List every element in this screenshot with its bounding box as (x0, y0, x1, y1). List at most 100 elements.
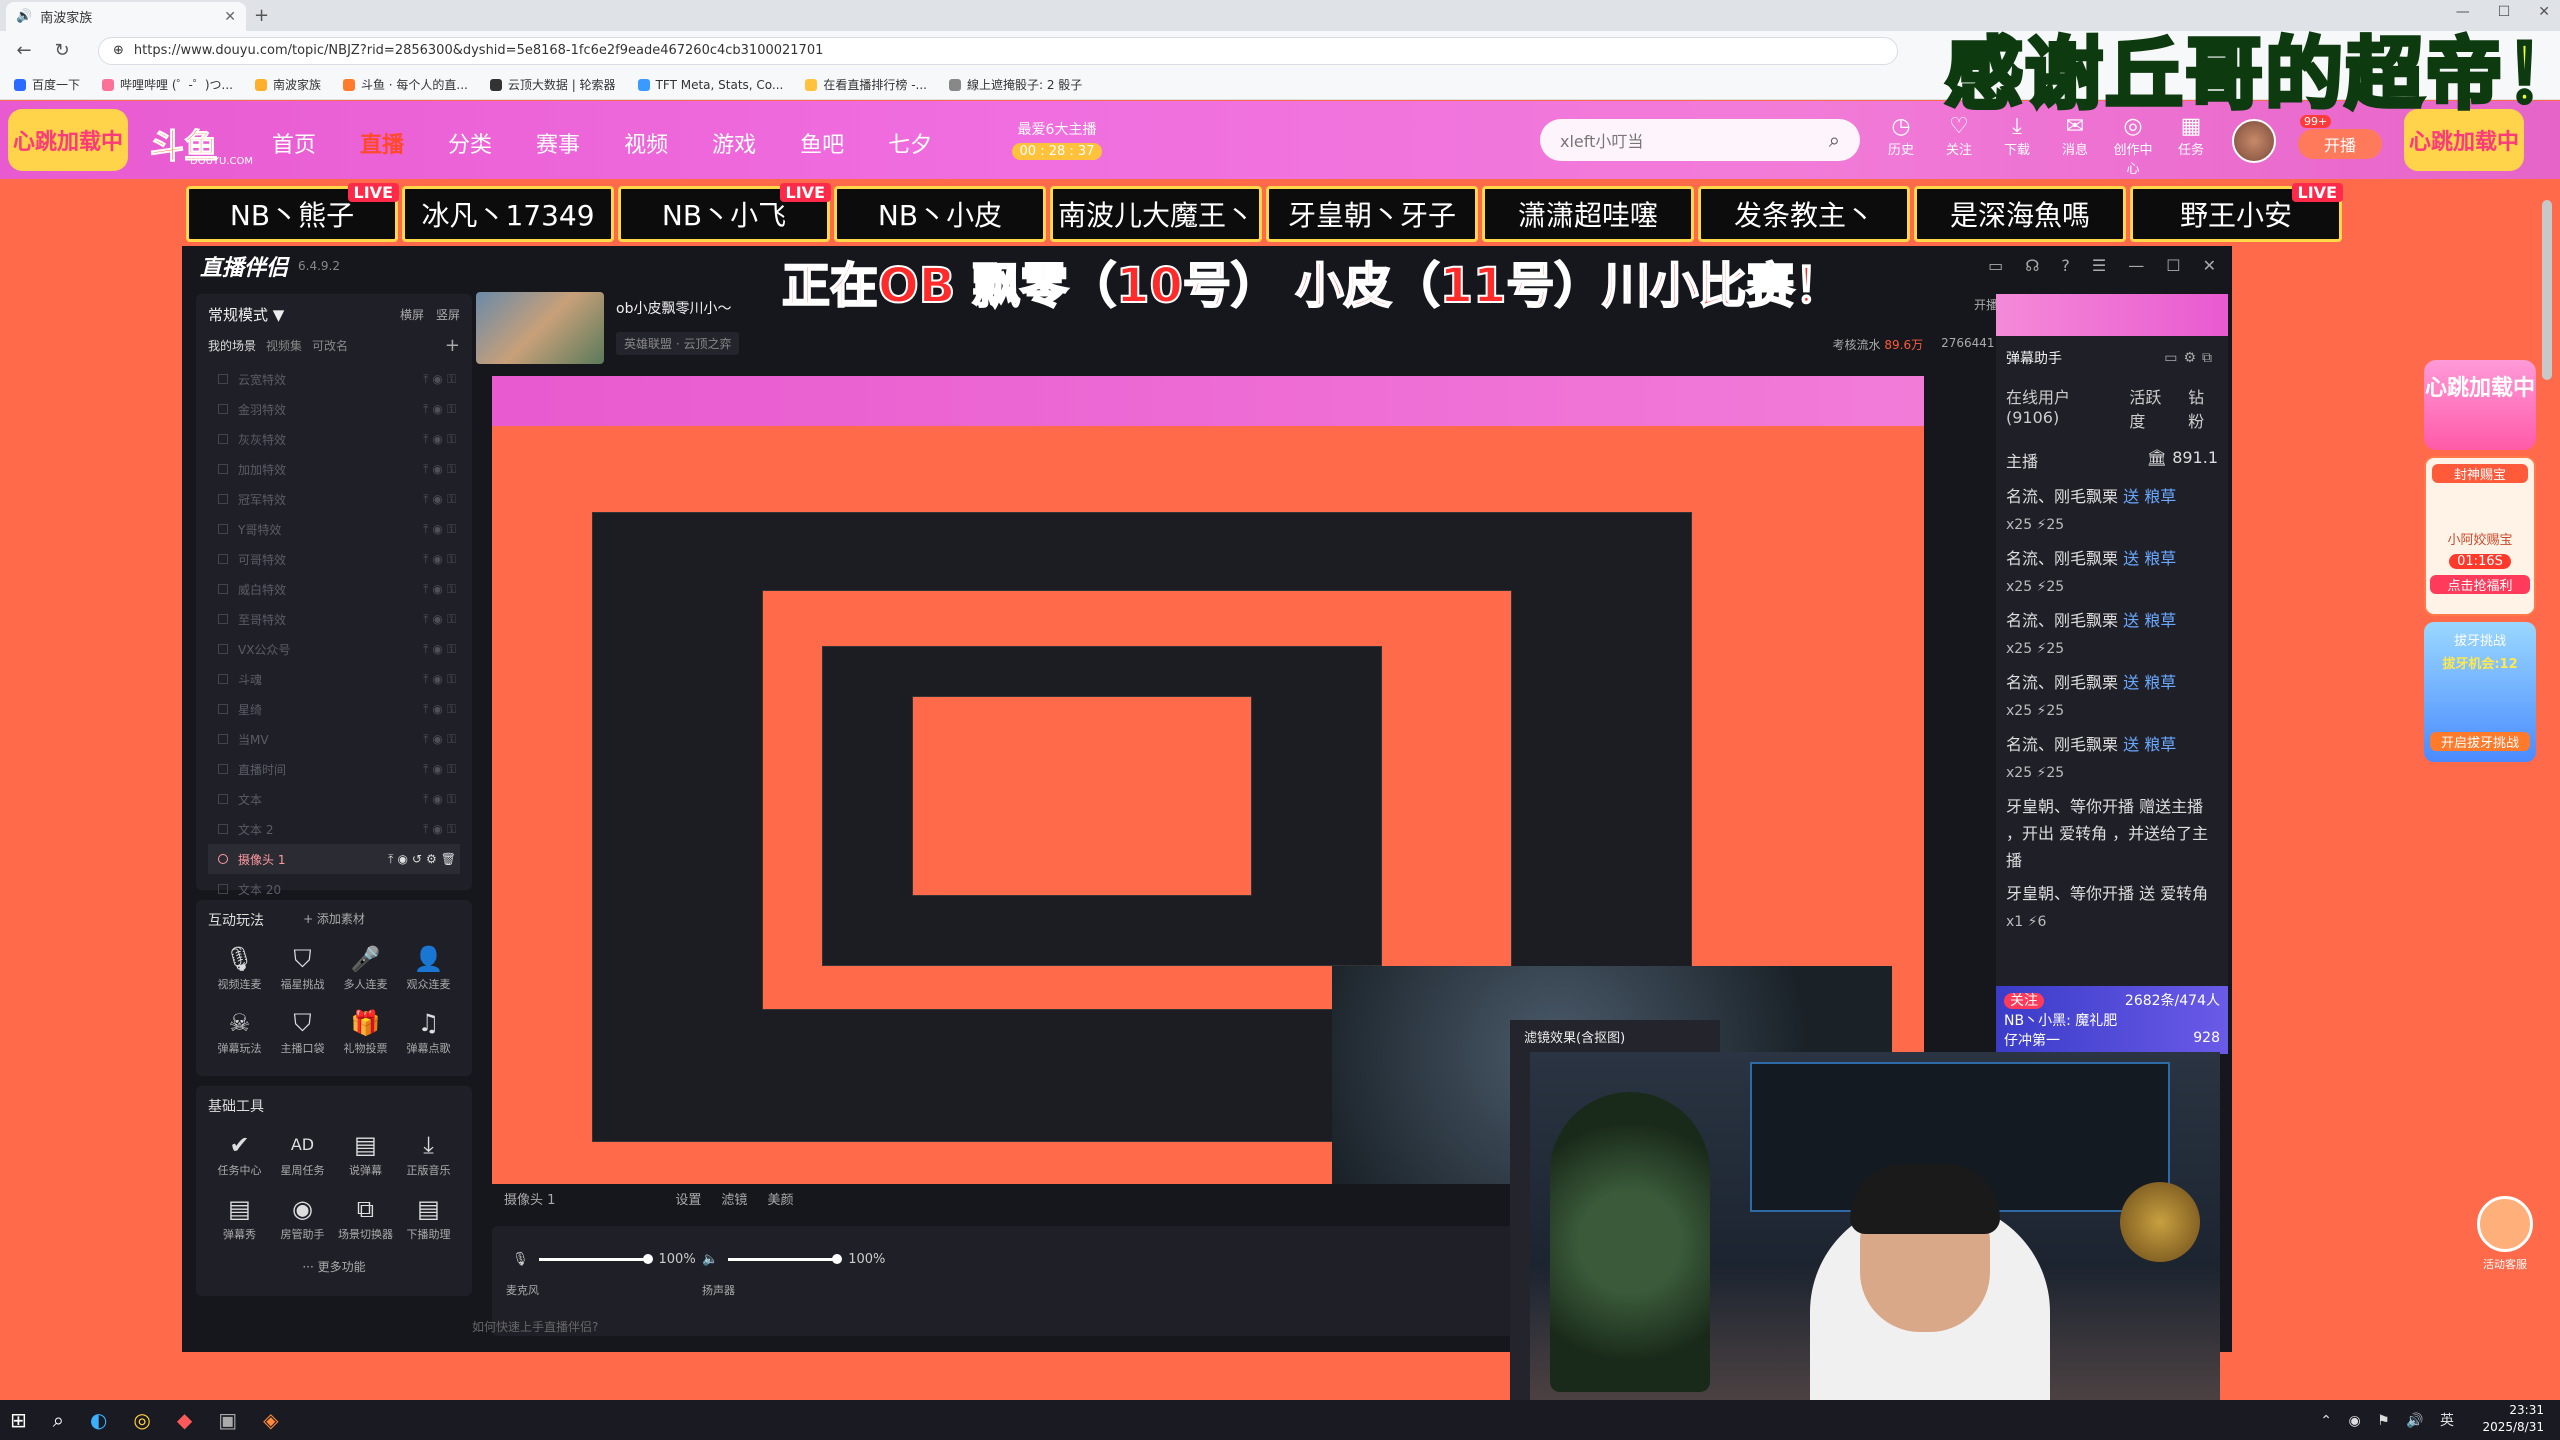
source-checkbox[interactable] (218, 494, 228, 504)
page-scrollbar[interactable] (2542, 200, 2552, 380)
tool-star-task[interactable]: AD 星周任务 (271, 1128, 334, 1178)
source-checkbox[interactable] (218, 794, 228, 804)
source-checkbox[interactable] (218, 734, 228, 744)
source-ops-icon[interactable]: ⤒◉↺⚙🗑 (388, 852, 460, 867)
chat-icon[interactable]: ▭ (1988, 256, 2003, 275)
source-ops-icon[interactable]: ⤒◉⚿ (423, 822, 460, 837)
tab-my-scenes[interactable]: 我的场景 (208, 337, 256, 354)
settings-button[interactable]: 设置 (675, 1189, 701, 1208)
name-card[interactable]: 是深海魚嗎 (1914, 186, 2126, 242)
source-item[interactable]: 当MV ⤒◉⚿ (208, 724, 460, 754)
tab-video-set[interactable]: 视频集 (266, 337, 302, 354)
source-checkbox[interactable] (218, 644, 228, 654)
blessing-cta[interactable]: 点击抢福利 (2430, 575, 2530, 594)
tool-task-center[interactable]: ✔ 任务中心 (208, 1128, 271, 1178)
source-ops-icon[interactable]: ⤒◉⚿ (423, 582, 460, 597)
search-input[interactable]: xleft小叮当 ⌕ (1540, 119, 1860, 161)
source-item[interactable]: 金羽特效 ⤒◉⚿ (208, 394, 460, 424)
chrome-icon[interactable]: ◎ (133, 1408, 150, 1432)
promo-heartbeat[interactable]: 心跳加载中 (2424, 360, 2536, 450)
source-checkbox[interactable] (218, 584, 228, 594)
tool-video-link[interactable]: 🎙 视频连麦 (208, 942, 271, 992)
name-card[interactable]: 南波儿大魔王丶 (1050, 186, 1262, 242)
portrait-button[interactable]: 竖屏 (436, 306, 460, 323)
mic-slider[interactable]: 🎙 100% (512, 1252, 696, 1267)
name-card[interactable]: NB丶小皮 (834, 186, 1046, 242)
bookmark-item[interactable]: 云顶大数据 | 轮索器 (489, 76, 616, 93)
name-card[interactable]: 冰凡丶17349 (402, 186, 614, 242)
source-item[interactable]: 文本 2 ⤒◉⚿ (208, 814, 460, 844)
help-icon[interactable]: ? (2061, 256, 2070, 275)
source-item[interactable]: 云宽特效 ⤒◉⚿ (208, 364, 460, 394)
search-icon[interactable]: ⌕ (1829, 128, 1840, 152)
tab-online-users[interactable]: 在线用户(9106) (2006, 384, 2115, 432)
system-tray-icons[interactable]: ⌃ ◉ ⚑ 🔊 英 (2320, 1410, 2460, 1430)
bookmark-item[interactable]: TFT Meta, Stats, Co... (637, 78, 783, 92)
source-ops-icon[interactable]: ⤒◉⚿ (423, 732, 460, 747)
new-tab-icon[interactable]: + (254, 5, 269, 26)
filter-button[interactable]: 滤镜 (721, 1189, 747, 1208)
user-avatar[interactable] (2232, 119, 2276, 163)
start-icon[interactable]: ⊞ (10, 1408, 27, 1432)
tool-audience-link[interactable]: 👤 观众连麦 (397, 942, 460, 992)
history-button[interactable]: ◷ 历史 (1880, 115, 1922, 177)
source-checkbox[interactable] (218, 824, 228, 834)
nav-video[interactable]: 视频 (624, 127, 668, 159)
menu-icon[interactable]: ☰ (2092, 256, 2106, 275)
browser-tab[interactable]: 🔊 南波家族 ✕ (6, 2, 246, 31)
chat-tools-icon[interactable]: ▭⚙⧉ (2164, 350, 2218, 366)
name-card[interactable]: 潇潇超哇噻 (1482, 186, 1694, 242)
beauty-button[interactable]: 美颜 (767, 1189, 793, 1208)
ime-indicator[interactable]: 英 (2440, 1413, 2460, 1429)
search-icon[interactable]: ⌕ (53, 1408, 64, 1432)
edge-icon[interactable]: ◐ (90, 1408, 107, 1432)
source-ops-icon[interactable]: ⤒◉⚿ (423, 492, 460, 507)
clock[interactable]: 23:31 2025/8/31 (2482, 1402, 2544, 1436)
source-item[interactable]: 文本 ⤒◉⚿ (208, 784, 460, 814)
chat-highlight-card[interactable]: 关注 2682条/474人 NB丶小黑: 魔礼肥 仔冲第一 928 (1996, 986, 2228, 1054)
more-functions-button[interactable]: ··· 更多功能 (208, 1258, 460, 1275)
source-item[interactable]: 斗魂 ⤒◉⚿ (208, 664, 460, 694)
minimize-icon[interactable]: — (2128, 256, 2144, 275)
source-ops-icon[interactable]: ⤒◉⚿ (423, 642, 460, 657)
follow-button[interactable]: ♡ 关注 (1938, 115, 1980, 177)
tool-music[interactable]: ⤓ 正版音乐 (397, 1128, 460, 1178)
source-checkbox[interactable] (218, 674, 228, 684)
tool-scene-switcher[interactable]: ⧉ 场景切换器 (334, 1192, 397, 1242)
bookmark-item[interactable]: 南波家族 (254, 76, 321, 93)
name-card[interactable]: 野王小安 LIVE (2130, 183, 2343, 242)
mode-selector[interactable]: 常规模式 ▼ (208, 304, 284, 325)
mic-slider-handle[interactable] (642, 1254, 653, 1264)
filter-effects-menu[interactable]: 滤镜效果(含抠图) (1510, 1020, 1720, 1052)
tool-offline-assistant[interactable]: ▤ 下播助理 (397, 1192, 460, 1242)
douyu-companion-icon[interactable]: ◈ (263, 1408, 278, 1432)
source-checkbox[interactable] (218, 614, 228, 624)
promo-tooth-challenge[interactable]: 拔牙挑战 拔牙机会:12 开启拔牙挑战 (2424, 622, 2536, 762)
nav-qixi[interactable]: 七夕 (888, 127, 932, 159)
promo-blessing[interactable]: 封神赐宝 小阿姣赐宝 01:16S 点击抢福利 (2424, 456, 2536, 616)
tab-rename[interactable]: 可改名 (312, 337, 348, 354)
tab-diamond-fans[interactable]: 钻粉 (2188, 384, 2218, 432)
tab-activity[interactable]: 活跃度 (2129, 384, 2174, 432)
nav-category[interactable]: 分类 (448, 127, 492, 159)
tool-danmaku-show[interactable]: ▤ 弹幕秀 (208, 1192, 271, 1242)
site-info-icon[interactable]: ⊕ (113, 43, 124, 58)
source-checkbox[interactable] (218, 764, 228, 774)
streamer-name[interactable]: ob小皮飘零川小～ (616, 298, 731, 318)
back-icon[interactable]: ← (14, 40, 34, 61)
source-item[interactable]: 灰灰特效 ⤒◉⚿ (208, 424, 460, 454)
source-ops-icon[interactable]: ⤒◉⚿ (423, 432, 460, 447)
download-button[interactable]: ⤓ 下载 (1996, 115, 2038, 177)
source-checkbox[interactable] (218, 524, 228, 534)
name-card[interactable]: 牙皇朝丶牙子 (1266, 186, 1478, 242)
name-card[interactable]: NB丶熊子 LIVE (186, 183, 399, 242)
source-ops-icon[interactable]: ⤒◉⚿ (423, 462, 460, 477)
source-item[interactable]: 冠军特效 ⤒◉⚿ (208, 484, 460, 514)
tool-speak-danmaku[interactable]: ▤ 说弹幕 (334, 1128, 397, 1178)
source-item[interactable]: Y哥特效 ⤒◉⚿ (208, 514, 460, 544)
source-ops-icon[interactable]: ⤒◉⚿ (423, 612, 460, 627)
tool-room-admin[interactable]: ◉ 房管助手 (271, 1192, 334, 1242)
nav-home[interactable]: 首页 (272, 127, 316, 159)
speaker-icon[interactable]: 🔊 (16, 9, 32, 24)
open-live-button[interactable]: 开播 (2298, 129, 2382, 159)
